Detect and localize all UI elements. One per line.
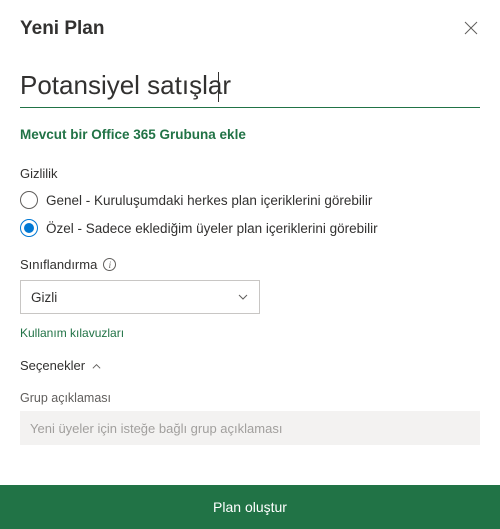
classification-select[interactable]: Gizli	[20, 280, 260, 314]
panel-title: Yeni Plan	[20, 18, 104, 40]
radio-icon	[20, 219, 38, 237]
add-existing-group-link[interactable]: Mevcut bir Office 365 Grubuna ekle	[20, 127, 246, 142]
usage-guidelines-link[interactable]: Kullanım kılavuzları	[20, 326, 124, 340]
radio-icon	[20, 191, 38, 209]
info-icon[interactable]: i	[103, 258, 116, 271]
privacy-option-private[interactable]: Özel - Sadece eklediğim üyeler plan içer…	[20, 219, 480, 237]
options-toggle[interactable]: Seçenekler	[20, 358, 480, 373]
privacy-option-public[interactable]: Genel - Kuruluşumdaki herkes plan içerik…	[20, 191, 480, 209]
chevron-down-icon	[237, 291, 249, 303]
plan-name-input[interactable]	[20, 68, 480, 108]
group-description-label: Grup açıklaması	[20, 391, 480, 405]
create-plan-button[interactable]: Plan oluştur	[0, 485, 500, 529]
radio-label: Özel - Sadece eklediğim üyeler plan içer…	[46, 221, 378, 236]
privacy-radio-group: Genel - Kuruluşumdaki herkes plan içerik…	[20, 191, 480, 237]
radio-label: Genel - Kuruluşumdaki herkes plan içerik…	[46, 193, 372, 208]
group-description-input[interactable]	[20, 411, 480, 445]
close-icon[interactable]	[464, 21, 480, 37]
privacy-label: Gizlilik	[20, 166, 480, 181]
create-plan-label: Plan oluştur	[213, 499, 287, 515]
chevron-up-icon	[91, 360, 102, 371]
plan-name-field	[20, 68, 480, 108]
options-label: Seçenekler	[20, 358, 85, 373]
new-plan-panel: Yeni Plan Mevcut bir Office 365 Grubuna …	[0, 0, 500, 485]
text-caret	[218, 72, 219, 102]
classification-label-row: Sınıflandırma i	[20, 257, 480, 272]
classification-label: Sınıflandırma	[20, 257, 97, 272]
panel-header: Yeni Plan	[20, 18, 480, 40]
select-value: Gizli	[31, 290, 57, 305]
